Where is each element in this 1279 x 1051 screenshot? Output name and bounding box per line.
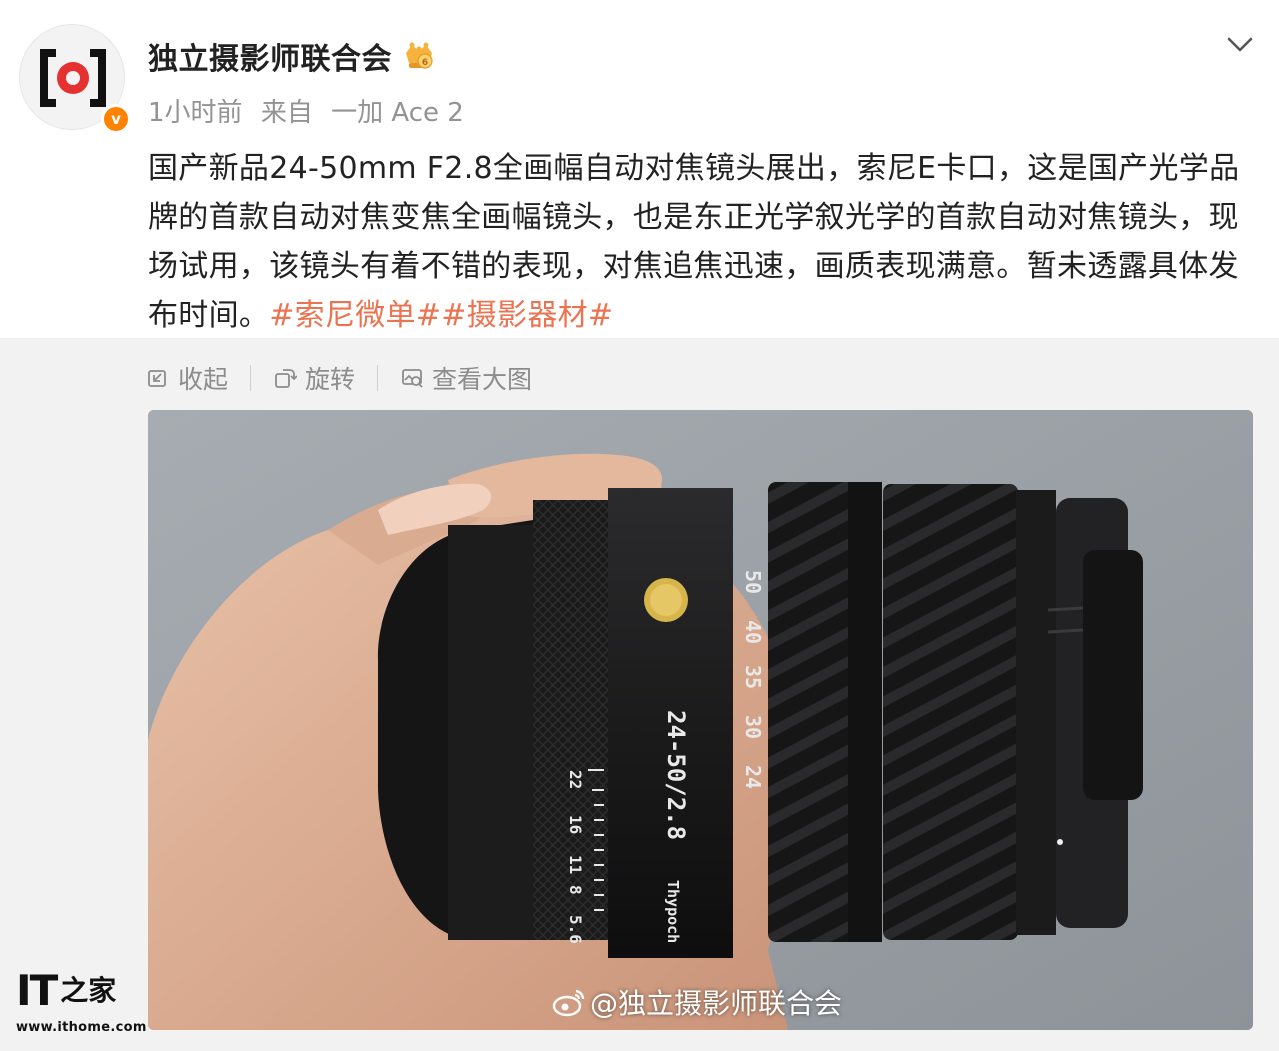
hashtag-link[interactable]: #摄影器材# — [441, 298, 613, 333]
toolbar-divider — [377, 365, 379, 391]
toolbar-divider — [250, 365, 252, 391]
media-area: 收起 旋转 查看大图 50 40 35 30 24 24-50/2.8 Thyp… — [0, 338, 1279, 1051]
post-header: v 独立摄影师联合会 6 1小时前 来自 一加 Ace 2 — [0, 0, 1279, 140]
hashtag-link[interactable]: #索尼微单# — [269, 298, 441, 333]
source-label: 来自 — [260, 98, 313, 128]
author-avatar[interactable]: v — [19, 24, 131, 136]
lens-photo: 50 40 35 30 24 24-50/2.8 Thypoch 22 16 1… — [148, 410, 1253, 1030]
ithome-letters: IT — [16, 966, 58, 1015]
chevron-down-icon[interactable] — [1224, 28, 1256, 60]
view-large-button[interactable]: 查看大图 — [400, 360, 532, 396]
aperture-mark: 5.6 — [566, 915, 585, 944]
image-watermark: @独立摄影师联合会 — [552, 982, 842, 1022]
collapse-button[interactable]: 收起 — [146, 360, 228, 396]
rotate-label: 旋转 — [305, 365, 356, 394]
source-device: 一加 Ace 2 — [331, 98, 464, 128]
collapse-label: 收起 — [178, 365, 229, 394]
ithome-url: www.ithome.com — [16, 1020, 147, 1035]
lens-brand-text: Thypoch — [664, 880, 682, 943]
focal-mark: 40 — [741, 620, 765, 644]
camera-aperture-logo-icon — [40, 49, 106, 107]
image-toolbar: 收起 旋转 查看大图 — [146, 360, 532, 396]
vip-crown-icon[interactable]: 6 — [402, 41, 436, 71]
verified-badge-icon: v — [101, 104, 131, 134]
ithome-logo: IT 之家 www.ithome.com — [16, 966, 147, 1042]
collapse-icon — [148, 370, 166, 387]
rotate-icon — [275, 369, 298, 388]
author-row: 独立摄影师联合会 6 — [148, 34, 436, 78]
ithome-char: 之家 — [60, 974, 117, 1007]
post-meta: 1小时前 来自 一加 Ace 2 — [148, 92, 474, 129]
focal-mark: 50 — [741, 570, 765, 594]
focal-mark: 35 — [741, 665, 765, 689]
post-time[interactable]: 1小时前 — [148, 98, 243, 128]
aperture-mark: 8 — [566, 885, 585, 895]
focal-mark: 30 — [741, 715, 765, 739]
lens-model-text: 24-50/2.8 — [662, 710, 690, 840]
post-image[interactable]: 50 40 35 30 24 24-50/2.8 Thypoch 22 16 1… — [148, 410, 1253, 1030]
image-view-icon — [402, 369, 423, 388]
aperture-mark: 22 — [566, 770, 585, 789]
view-large-label: 查看大图 — [432, 365, 533, 394]
rotate-button[interactable]: 旋转 — [273, 360, 355, 396]
author-name[interactable]: 独立摄影师联合会 — [148, 34, 392, 78]
ithome-mark: IT 之家 — [16, 966, 134, 1012]
weibo-logo-icon — [552, 989, 585, 1017]
aperture-mark: 16 — [566, 815, 585, 834]
aperture-mark: 11 — [566, 855, 585, 874]
focal-mark: 24 — [741, 765, 765, 789]
watermark-text: @独立摄影师联合会 — [590, 987, 843, 1020]
post-body: 国产新品24-50mm F2.8全画幅自动对焦镜头展出，索尼E卡口，这是国产光学… — [148, 144, 1260, 340]
svg-text:6: 6 — [422, 58, 428, 68]
